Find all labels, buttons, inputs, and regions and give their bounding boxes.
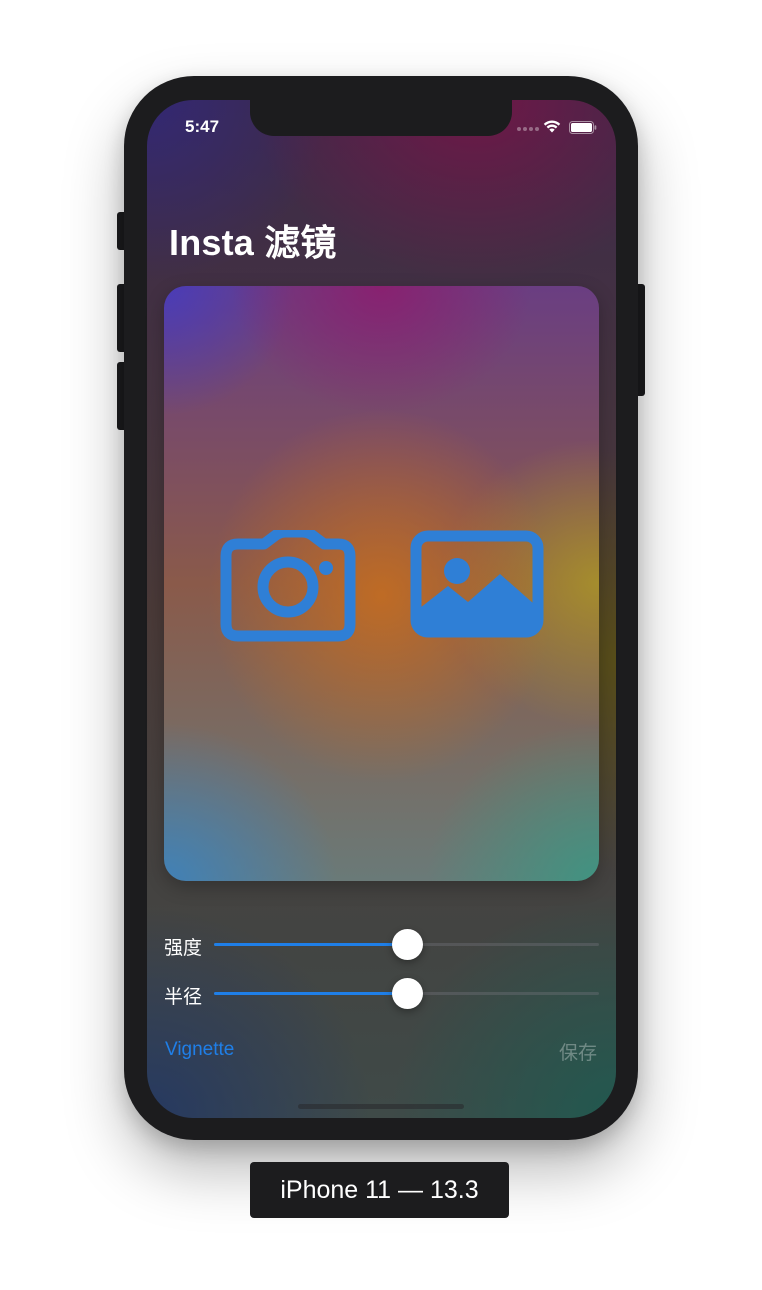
battery-icon <box>569 121 597 134</box>
page-title: Insta 滤镜 <box>169 222 337 263</box>
wifi-icon <box>543 120 561 133</box>
radius-slider-thumb[interactable] <box>391 978 423 1009</box>
camera-icon <box>220 526 356 642</box>
intensity-slider[interactable] <box>214 929 599 960</box>
intensity-label: 强度 <box>164 938 203 959</box>
photo-library-icon <box>410 530 544 638</box>
status-icons <box>517 118 597 136</box>
intensity-slider-fill <box>214 943 407 946</box>
intensity-slider-thumb[interactable] <box>391 929 423 960</box>
change-filter-button[interactable]: Vignette <box>165 1039 234 1061</box>
intensity-slider-row: 强度 <box>164 925 599 965</box>
radius-slider-row: 半径 <box>164 974 599 1014</box>
camera-button[interactable] <box>220 526 356 642</box>
radius-slider[interactable] <box>214 978 599 1009</box>
radius-slider-fill <box>214 992 407 995</box>
simulator-stage: 5:47 Insta 滤镜 强度 半径 Vignette 保存 iPhone 1… <box>0 0 762 1290</box>
photo-library-button[interactable] <box>410 530 544 638</box>
notch <box>250 96 512 136</box>
status-time: 5:47 <box>185 117 220 136</box>
home-indicator <box>298 1104 464 1109</box>
save-button[interactable]: 保存 <box>559 1038 597 1065</box>
radius-label: 半径 <box>164 987 203 1008</box>
cellular-signal-icon <box>517 127 539 131</box>
device-caption: iPhone 11 — 13.3 <box>250 1162 509 1218</box>
